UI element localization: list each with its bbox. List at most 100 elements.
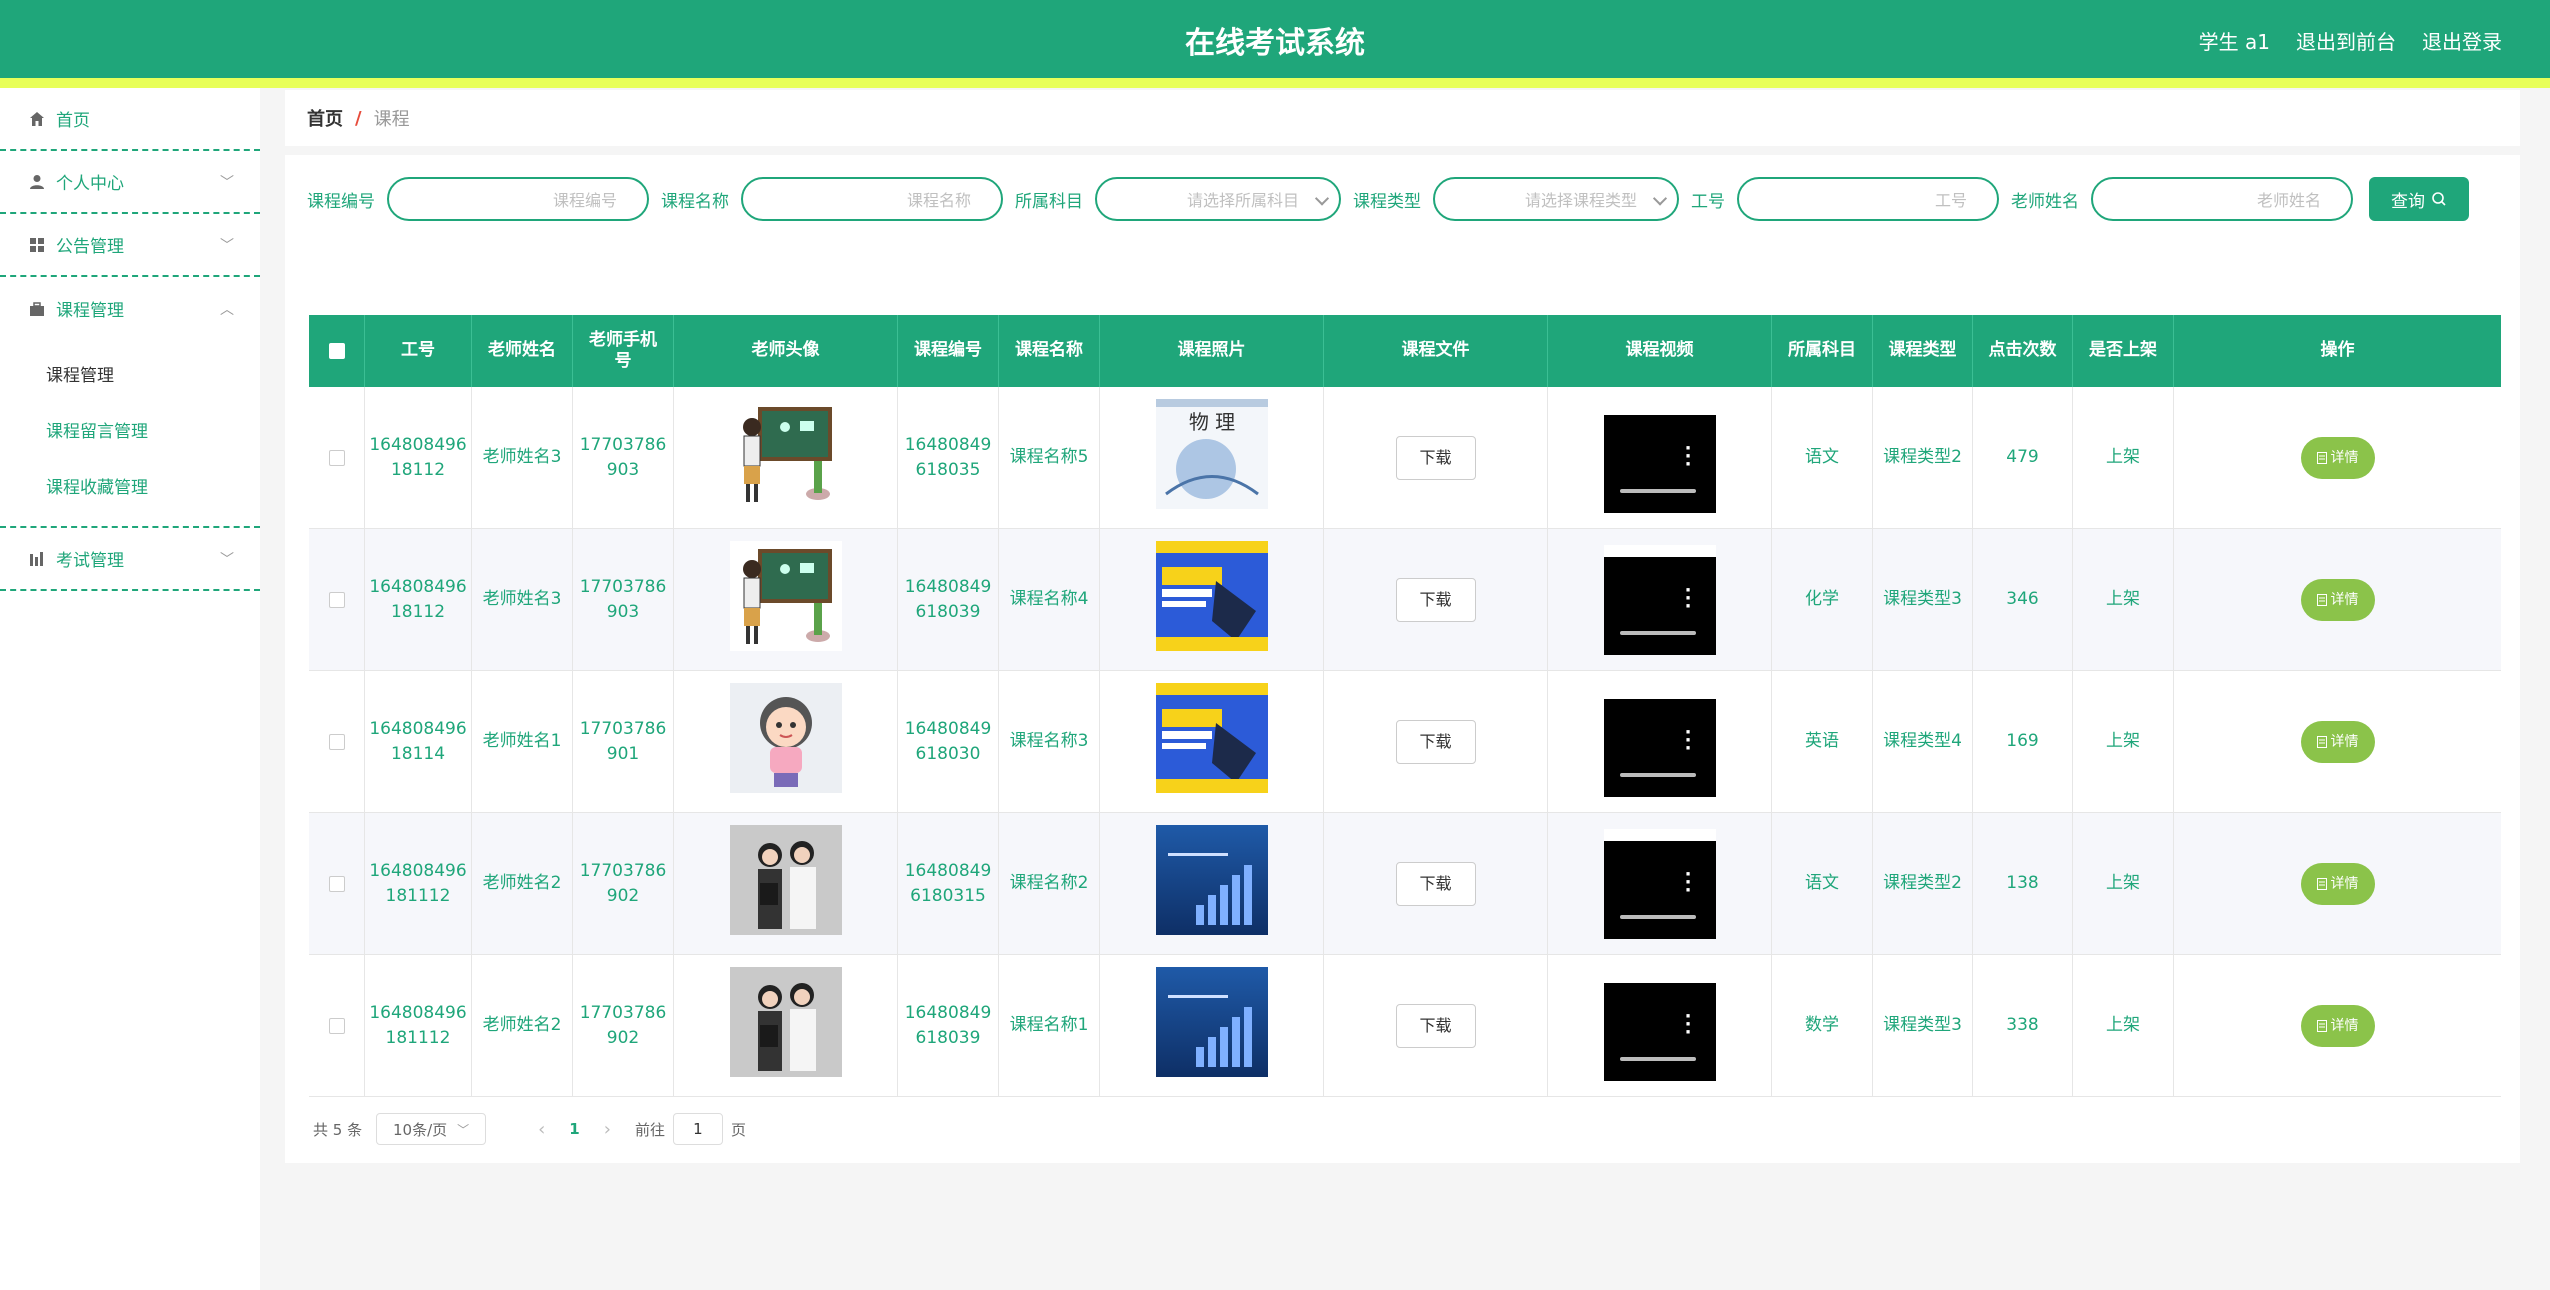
course-video-player[interactable]: · · · <box>1603 403 1716 513</box>
col-header: 老师手机号 <box>573 315 674 387</box>
job-no-input[interactable]: 工号 <box>1737 177 1999 221</box>
course-type: 课程类型3 <box>1883 589 1962 610</box>
col-header: 工号 <box>365 315 472 387</box>
col-header: 课程文件 <box>1324 315 1548 387</box>
download-button[interactable]: 下载 <box>1395 862 1476 906</box>
subject-select[interactable]: 请选择所属科目 <box>1095 177 1341 221</box>
course-video-player[interactable]: · · · <box>1603 829 1716 939</box>
submenu-course-comments[interactable]: 课程留言管理 <box>0 404 260 460</box>
logout-link[interactable]: 退出登录 <box>2422 26 2502 55</box>
sidebar-item-home[interactable]: 首页 <box>0 88 260 151</box>
breadcrumb-home[interactable]: 首页 <box>307 105 343 131</box>
breadcrumb-separator: / <box>355 107 362 129</box>
job-no: 164808496 181112 <box>369 1002 467 1049</box>
detail-button[interactable]: 详情 <box>2300 579 2375 621</box>
home-icon <box>28 110 46 128</box>
detail-button[interactable]: 详情 <box>2300 437 2375 479</box>
teacher-name: 老师姓名1 <box>482 731 562 752</box>
on-shelf-status: 上架 <box>2106 447 2140 468</box>
job-no: 164808496 18114 <box>369 718 467 765</box>
submenu-course-favorites[interactable]: 课程收藏管理 <box>0 460 260 516</box>
row-checkbox[interactable] <box>328 876 345 892</box>
page-size-select[interactable]: 10条/页 ﹀ <box>376 1113 487 1145</box>
total-count: 共 5 条 <box>313 1120 363 1139</box>
row-checkbox[interactable] <box>328 734 345 750</box>
to-front-link[interactable]: 退出到前台 <box>2296 26 2396 55</box>
video-progress-bar[interactable] <box>1619 631 1696 635</box>
next-page-icon[interactable]: › <box>604 1119 611 1140</box>
course-video-player[interactable]: · · · <box>1603 545 1716 655</box>
header-accent-bar <box>0 78 2550 88</box>
detail-button[interactable]: 详情 <box>2300 1005 2375 1047</box>
user-name[interactable]: 学生 a1 <box>2199 26 2270 55</box>
col-header: 所属科目 <box>1772 315 1873 387</box>
col-header: 老师头像 <box>674 315 898 387</box>
table-cell <box>674 813 898 955</box>
course-no: 16480849 6180315 <box>904 860 992 907</box>
chevron-down-icon <box>1652 191 1668 206</box>
course-type: 课程类型2 <box>1883 873 1962 894</box>
more-options-icon[interactable]: · · · <box>1685 581 1692 615</box>
col-header: 是否上架 <box>2073 315 2174 387</box>
table-cell: 课程类型2 <box>1873 813 1973 955</box>
course-type-select[interactable]: 请选择课程类型 <box>1433 177 1679 221</box>
course-type-placeholder: 请选择课程类型 <box>1524 191 1637 210</box>
detail-button-label: 详情 <box>2330 1017 2359 1034</box>
detail-button[interactable]: 详情 <box>2300 863 2375 905</box>
video-progress-bar[interactable] <box>1619 489 1696 493</box>
row-checkbox[interactable] <box>328 450 345 466</box>
search-button-label: 查询 <box>2391 191 2425 212</box>
download-button[interactable]: 下载 <box>1395 578 1476 622</box>
subject: 化学 <box>1805 589 1839 610</box>
table-cell: 上架 <box>2073 529 2174 671</box>
select-all-checkbox[interactable] <box>328 343 345 359</box>
breadcrumb-current: 课程 <box>373 109 410 130</box>
document-icon <box>2316 1020 2327 1032</box>
more-options-icon[interactable]: · · · <box>1685 865 1692 899</box>
chevron-down-icon: ﹀ <box>220 237 234 254</box>
download-button[interactable]: 下载 <box>1395 436 1476 480</box>
page-number[interactable]: 1 <box>569 1120 579 1138</box>
sidebar-item-exam[interactable]: 考试管理 ﹀ <box>0 528 260 591</box>
course-name-input[interactable]: 课程名称 <box>741 177 1003 221</box>
course-video-player[interactable]: · · · <box>1603 971 1716 1081</box>
course-name: 课程名称4 <box>1009 589 1089 610</box>
table-cell: 下载 <box>1324 671 1548 813</box>
course-type: 课程类型4 <box>1883 731 1962 752</box>
search-button[interactable]: 查询 <box>2369 177 2469 221</box>
prev-page-icon[interactable]: ‹ <box>538 1119 545 1140</box>
course-no-input[interactable]: 课程编号 <box>387 177 649 221</box>
download-button[interactable]: 下载 <box>1395 720 1476 764</box>
table-cell <box>674 955 898 1097</box>
detail-button-label: 详情 <box>2330 875 2359 892</box>
course-no: 16480849 618039 <box>904 1002 992 1049</box>
course-type: 课程类型2 <box>1883 447 1962 468</box>
video-progress-bar[interactable] <box>1619 915 1696 919</box>
course-no-label: 课程编号 <box>307 191 375 212</box>
teacher-name-input[interactable]: 老师姓名 <box>2091 177 2353 221</box>
sidebar-item-notice[interactable]: 公告管理 ﹀ <box>0 214 260 277</box>
course-video-player[interactable]: · · · <box>1603 687 1716 797</box>
download-button[interactable]: 下载 <box>1395 1004 1476 1048</box>
top-bar: 在线考试系统 学生 a1 退出到前台 退出登录 <box>0 0 2550 78</box>
document-icon <box>2316 878 2327 890</box>
table-cell: 详情 <box>2174 955 2501 1097</box>
row-checkbox[interactable] <box>328 1018 345 1034</box>
video-progress-bar[interactable] <box>1619 773 1696 777</box>
table-cell: 164808496 181112 <box>365 813 472 955</box>
more-options-icon[interactable]: · · · <box>1685 439 1692 473</box>
sidebar-item-course[interactable]: 课程管理 ︿ <box>0 277 260 340</box>
table-cell: 详情 <box>2174 813 2501 955</box>
row-checkbox[interactable] <box>328 592 345 608</box>
goto-page-input[interactable]: 1 <box>672 1113 723 1145</box>
sidebar-item-profile[interactable]: 个人中心 ﹀ <box>0 151 260 214</box>
table-cell: · · · <box>1548 671 1772 813</box>
more-options-icon[interactable]: · · · <box>1685 723 1692 757</box>
submenu-course-manage[interactable]: 课程管理 <box>0 348 260 404</box>
more-options-icon[interactable]: · · · <box>1685 1007 1692 1041</box>
video-progress-bar[interactable] <box>1619 1057 1696 1061</box>
table-cell: 16480849 618039 <box>898 955 999 1097</box>
table-cell: 17703786 903 <box>573 529 674 671</box>
on-shelf-status: 上架 <box>2106 1015 2140 1036</box>
detail-button[interactable]: 详情 <box>2300 721 2375 763</box>
